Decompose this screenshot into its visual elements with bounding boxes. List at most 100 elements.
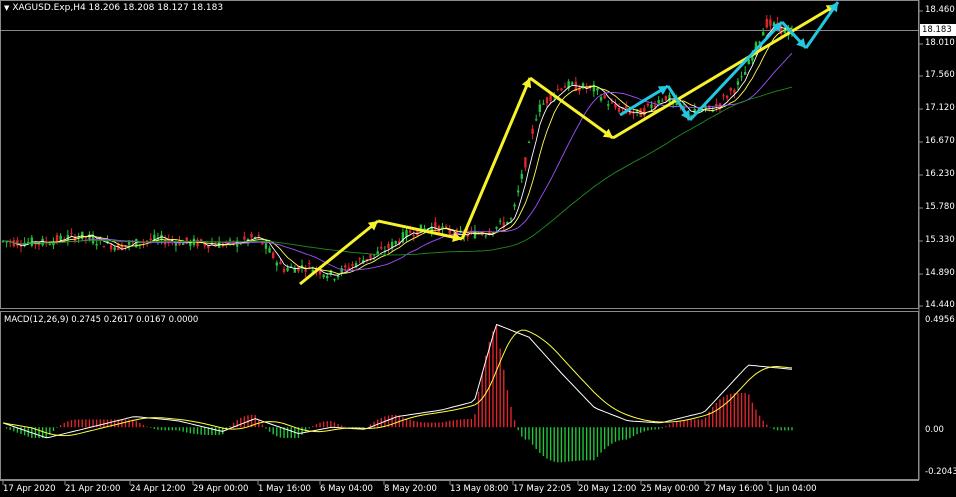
candle-body — [617, 107, 621, 112]
candle-body — [55, 235, 59, 242]
candle-body — [725, 95, 729, 99]
candle-body — [286, 267, 289, 271]
time-tick-4: 1 May 16:00 — [258, 484, 311, 494]
candle-body — [639, 108, 642, 117]
candle-body — [369, 254, 372, 259]
candle-body — [556, 88, 560, 90]
price-tick-8: 14.890 — [925, 268, 955, 278]
candle-body — [250, 233, 253, 238]
candle-body — [736, 81, 740, 85]
candle-body — [257, 235, 260, 237]
candle-body — [524, 157, 527, 168]
candle-body — [344, 265, 347, 268]
candle-body — [607, 104, 610, 106]
candle-body — [535, 119, 538, 121]
candle-body — [59, 235, 62, 240]
candle-body — [527, 142, 531, 144]
candle-body — [722, 95, 725, 97]
candle-body — [538, 104, 542, 113]
candle-body — [70, 232, 73, 234]
candle-body — [351, 264, 354, 266]
candle-body — [733, 89, 736, 94]
candle-body — [729, 87, 732, 91]
time-tick-10: 25 May 00:00 — [641, 484, 700, 494]
price-tick-6: 15.780 — [925, 202, 955, 212]
time-tick-9: 20 May 12:00 — [578, 484, 637, 494]
candle-body — [282, 268, 286, 273]
macd-label: MACD(12,26,9) 0.2745 0.2617 0.0167 0.000… — [4, 315, 199, 325]
price-tick-2: 17.560 — [925, 70, 955, 80]
ma-mid-line — [2, 27, 793, 275]
candle-body — [646, 103, 650, 106]
arrow-yellow-5 — [612, 3, 837, 140]
candle-body — [113, 247, 116, 251]
price-tick-7: 15.330 — [925, 235, 955, 245]
candle-body — [264, 243, 268, 249]
macd-tick-0: 0.4956 — [925, 315, 955, 325]
candle-body — [643, 107, 646, 116]
time-tick-6: 8 May 20:00 — [384, 484, 437, 494]
candle-body — [765, 18, 768, 28]
candle-body — [484, 235, 487, 237]
candle-body — [308, 263, 311, 265]
candle-body — [275, 262, 279, 266]
time-tick-2: 24 Apr 12:00 — [130, 484, 186, 494]
candle-body — [657, 100, 660, 104]
candle-body — [563, 86, 567, 88]
time-tick-1: 21 Apr 20:00 — [65, 484, 121, 494]
time-tick-7: 13 May 08:00 — [450, 484, 509, 494]
macd-tick-1: 0.00 — [925, 425, 944, 435]
candle-body — [48, 244, 52, 246]
candle-body — [740, 76, 743, 78]
current-price-badge: 18.183 — [920, 24, 956, 36]
time-tick-12: 1 Jun 04:00 — [768, 484, 817, 494]
candle-body — [268, 248, 271, 253]
candle-body — [661, 100, 664, 102]
candle-body — [387, 243, 390, 249]
ma-long-line — [2, 86, 793, 256]
candle-body — [412, 234, 415, 237]
candle-body — [545, 97, 549, 104]
candle-body — [196, 239, 199, 247]
candle-body — [444, 225, 448, 227]
price-tick-5: 16.230 — [925, 169, 955, 179]
candle-body — [509, 218, 513, 220]
price-chart-canvas[interactable] — [0, 0, 956, 497]
candle-body — [109, 244, 113, 250]
price-tick-1: 18.010 — [925, 38, 955, 48]
candle-body — [571, 82, 574, 85]
price-tick-3: 17.120 — [925, 103, 955, 113]
macd-tick-2: -0.2043 — [925, 467, 956, 477]
candle-body — [531, 128, 534, 134]
price-tick-9: 14.440 — [925, 300, 955, 310]
candle-body — [610, 102, 614, 104]
candle-body — [743, 71, 747, 75]
candle-body — [272, 252, 275, 259]
candle-body — [495, 226, 498, 229]
candle-body — [603, 95, 606, 99]
candle-body — [668, 94, 671, 102]
candle-body — [37, 244, 41, 246]
price-tick-4: 16.670 — [925, 136, 955, 146]
time-tick-11: 27 May 16:00 — [705, 484, 764, 494]
candle-body — [542, 103, 545, 105]
arrow-yellow-4 — [529, 76, 614, 140]
candle-body — [632, 112, 635, 114]
candle-body — [498, 220, 502, 222]
arrow-cyan-3 — [688, 20, 784, 122]
candle-body — [149, 238, 152, 241]
candle-body — [326, 275, 329, 278]
ma-slow-line — [2, 52, 793, 271]
macd-panel-border — [0, 311, 919, 480]
time-tick-5: 6 May 04:00 — [320, 484, 373, 494]
candle-body — [304, 270, 307, 272]
main-panel-border — [0, 0, 919, 309]
candle-body — [376, 251, 379, 255]
candle-body — [127, 241, 131, 245]
candle-body — [664, 95, 668, 101]
candle-body — [520, 173, 523, 179]
time-tick-8: 17 May 22:05 — [513, 484, 572, 494]
candle-body — [95, 244, 98, 246]
candle-body — [228, 239, 232, 241]
candle-body — [333, 279, 336, 281]
